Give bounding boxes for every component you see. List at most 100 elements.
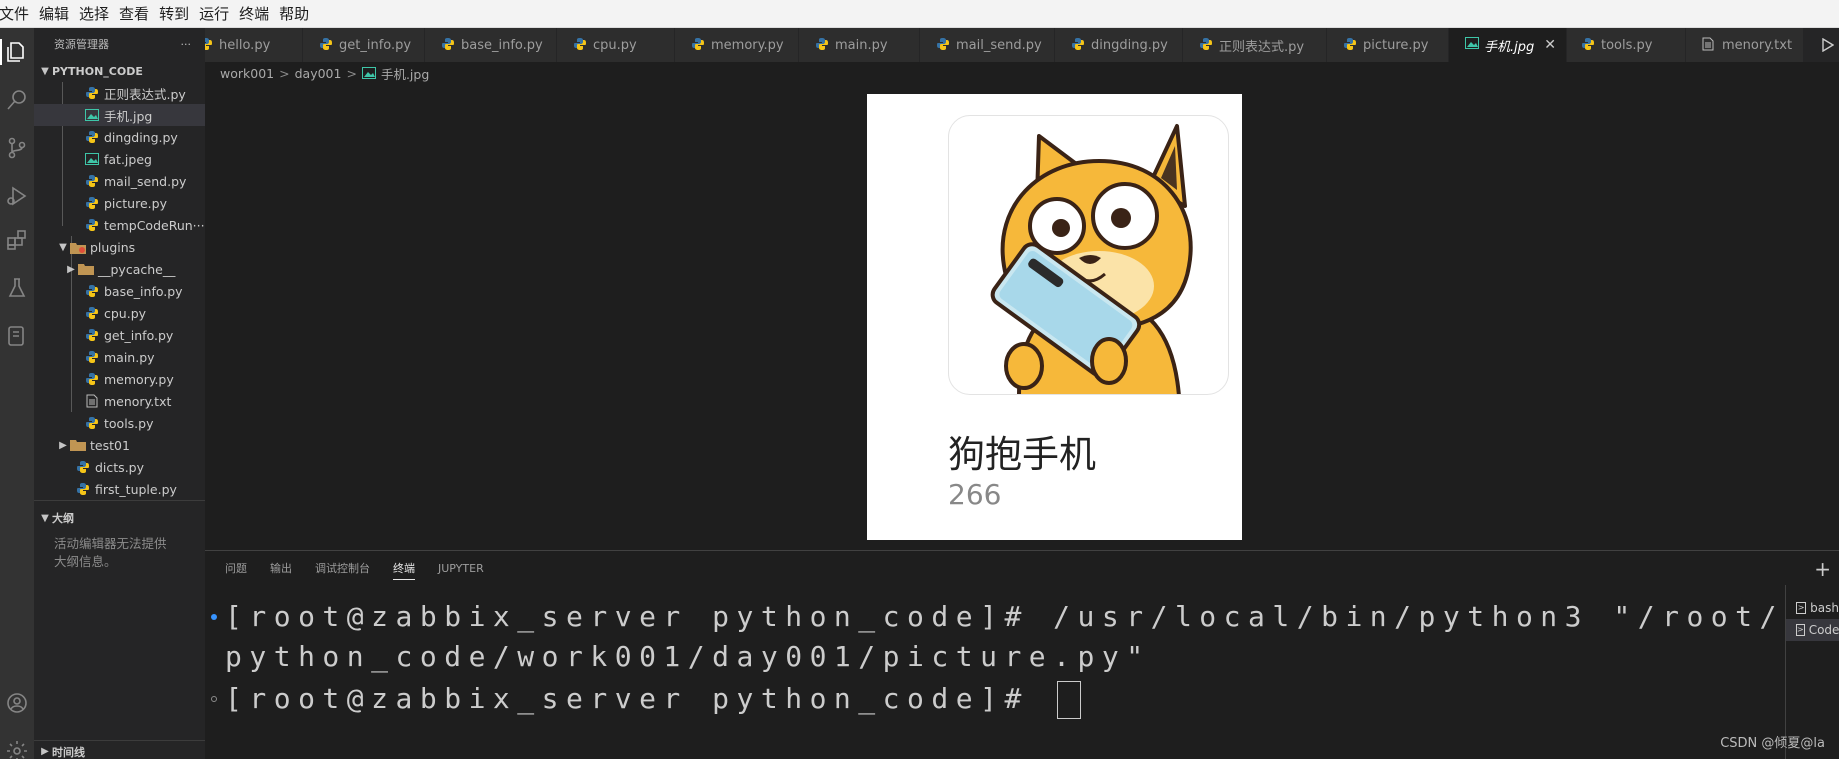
tab-regex-py[interactable]: 正则表达式.py bbox=[1183, 28, 1327, 62]
panel-tabs: 问题 输出 调试控制台 终端 JUPYTER bbox=[205, 551, 1839, 585]
tab-cpu-py[interactable]: cpu.py bbox=[557, 28, 675, 62]
breadcrumb-item[interactable]: work001 bbox=[220, 66, 274, 81]
terminal-item-bash[interactable]: > bash bbox=[1786, 597, 1839, 619]
chevron-right-icon: > bbox=[279, 65, 290, 81]
timeline-title: 时间线 bbox=[52, 745, 85, 759]
outline-section-header[interactable]: ▼ 大纲 bbox=[34, 507, 205, 529]
tab-mail-send-py[interactable]: mail_send.py bbox=[920, 28, 1055, 62]
new-terminal-icon[interactable]: + bbox=[1814, 557, 1831, 581]
menu-terminal[interactable]: 终端 bbox=[234, 0, 274, 28]
image-preview[interactable]: 狗抱手机 266 bbox=[867, 94, 1242, 540]
menu-help[interactable]: 帮助 bbox=[274, 0, 314, 28]
folder-plugins[interactable]: ▼ plugins bbox=[34, 236, 205, 258]
tab-label: dingding.py bbox=[1091, 37, 1168, 53]
more-actions-button[interactable]: ··· bbox=[181, 38, 192, 51]
tab-label: base_info.py bbox=[461, 37, 543, 53]
file-item[interactable]: memory.py bbox=[34, 368, 205, 390]
timeline-section-header[interactable]: ▶ 时间线 bbox=[34, 740, 205, 759]
run-file-button[interactable] bbox=[1817, 28, 1839, 62]
tab-memory-py[interactable]: memory.py bbox=[675, 28, 799, 62]
file-label: cpu.py bbox=[104, 305, 147, 321]
tab-output[interactable]: 输出 bbox=[270, 551, 292, 585]
account-icon[interactable] bbox=[0, 686, 34, 720]
close-tab-icon[interactable]: ✕ bbox=[1544, 37, 1556, 53]
folder-label: plugins bbox=[90, 239, 136, 255]
tab-menory-txt[interactable]: menory.txt bbox=[1686, 28, 1804, 62]
file-item[interactable]: first_tuple.py bbox=[34, 478, 205, 500]
settings-gear-icon[interactable] bbox=[0, 734, 34, 759]
tab-picture-py[interactable]: picture.py bbox=[1327, 28, 1449, 62]
tab-label: picture.py bbox=[1363, 37, 1429, 53]
play-icon bbox=[1822, 38, 1834, 52]
file-label: tempCodeRun··· bbox=[104, 217, 205, 233]
editor-tabs: hello.py get_info.py base_info.py cpu.py… bbox=[205, 28, 1839, 62]
tab-phone-jpg[interactable]: 手机.jpg ✕ bbox=[1449, 28, 1567, 62]
breadcrumb-item[interactable]: day001 bbox=[295, 66, 342, 81]
tab-dingding-py[interactable]: dingding.py bbox=[1055, 28, 1183, 62]
tab-debug-console[interactable]: 调试控制台 bbox=[315, 551, 370, 585]
folder-test01[interactable]: ▶ test01 bbox=[34, 434, 205, 456]
testing-icon[interactable] bbox=[0, 271, 34, 305]
outline-message-line: 大纲信息。 bbox=[54, 554, 117, 569]
tab-problems[interactable]: 问题 bbox=[225, 551, 247, 585]
folder-label: test01 bbox=[90, 437, 130, 453]
file-label: dingding.py bbox=[104, 129, 178, 145]
source-control-icon[interactable] bbox=[0, 131, 34, 165]
file-item[interactable]: picture.py bbox=[34, 192, 205, 214]
tab-terminal[interactable]: 终端 bbox=[393, 551, 415, 585]
file-item[interactable]: cpu.py bbox=[34, 302, 205, 324]
python-file-icon bbox=[205, 37, 215, 53]
terminal-cursor bbox=[1057, 681, 1082, 719]
file-item[interactable]: tempCodeRun··· bbox=[34, 214, 205, 236]
file-label: main.py bbox=[104, 349, 155, 365]
file-item[interactable]: tools.py bbox=[34, 412, 205, 434]
file-item[interactable]: dicts.py bbox=[34, 456, 205, 478]
section-divider bbox=[34, 500, 205, 501]
remote-explorer-icon[interactable] bbox=[0, 319, 34, 353]
text-file-icon bbox=[1702, 37, 1718, 53]
tab-get-info-py[interactable]: get_info.py bbox=[303, 28, 425, 62]
file-item[interactable]: main.py bbox=[34, 346, 205, 368]
terminal-item-code[interactable]: > Code bbox=[1786, 619, 1839, 641]
tab-base-info-py[interactable]: base_info.py bbox=[425, 28, 557, 62]
explorer-title: 资源管理器 bbox=[54, 38, 109, 51]
extensions-icon[interactable] bbox=[0, 223, 34, 257]
search-icon[interactable] bbox=[0, 83, 34, 117]
file-label: dicts.py bbox=[95, 459, 144, 475]
file-item[interactable]: fat.jpeg bbox=[34, 148, 205, 170]
tab-tools-py[interactable]: tools.py bbox=[1567, 28, 1686, 62]
project-section-header[interactable]: ▼ PYTHON_CODE bbox=[34, 60, 205, 82]
breadcrumb-item[interactable]: 手机.jpg bbox=[381, 64, 429, 83]
tab-jupyter[interactable]: JUPYTER bbox=[438, 551, 484, 585]
menu-go[interactable]: 转到 bbox=[154, 0, 194, 28]
file-item[interactable]: dingding.py bbox=[34, 126, 205, 148]
watermark: CSDN @倾夏@la bbox=[1720, 736, 1825, 751]
tab-label: 手机.jpg bbox=[1484, 39, 1535, 55]
python-file-icon bbox=[1581, 37, 1597, 53]
menu-selection[interactable]: 选择 bbox=[74, 0, 114, 28]
tab-hello-py[interactable]: hello.py bbox=[205, 28, 303, 62]
file-label: 正则表达式.py bbox=[104, 86, 186, 102]
explorer-icon[interactable] bbox=[0, 35, 34, 69]
terminal-output[interactable]: [root@zabbix_server python_code]# /usr/l… bbox=[205, 597, 1785, 759]
file-item[interactable]: menory.txt bbox=[34, 390, 205, 412]
python-file-icon bbox=[84, 173, 100, 189]
python-file-icon bbox=[1199, 37, 1215, 53]
file-tree: 正则表达式.py 手机.jpg dingding.py fat.jpeg mai… bbox=[34, 82, 205, 500]
menu-file[interactable]: 文件 bbox=[0, 0, 34, 28]
menu-edit[interactable]: 编辑 bbox=[34, 0, 74, 28]
tab-main-py[interactable]: main.py bbox=[799, 28, 920, 62]
file-item[interactable]: mail_send.py bbox=[34, 170, 205, 192]
menu-run[interactable]: 运行 bbox=[194, 0, 234, 28]
menu-view[interactable]: 查看 bbox=[114, 0, 154, 28]
file-item-selected[interactable]: 手机.jpg bbox=[34, 104, 205, 126]
run-debug-icon[interactable] bbox=[0, 179, 34, 213]
file-item[interactable]: 正则表达式.py bbox=[34, 82, 205, 104]
terminal-icon: > bbox=[1796, 624, 1805, 636]
file-item[interactable]: get_info.py bbox=[34, 324, 205, 346]
file-item[interactable]: base_info.py bbox=[34, 280, 205, 302]
terminal-line: python_code/work001/day001/picture.py" bbox=[225, 640, 1151, 673]
folder-pycache[interactable]: ▶ __pycache__ bbox=[34, 258, 205, 280]
image-file-icon bbox=[84, 151, 100, 167]
python-file-icon bbox=[441, 37, 457, 53]
